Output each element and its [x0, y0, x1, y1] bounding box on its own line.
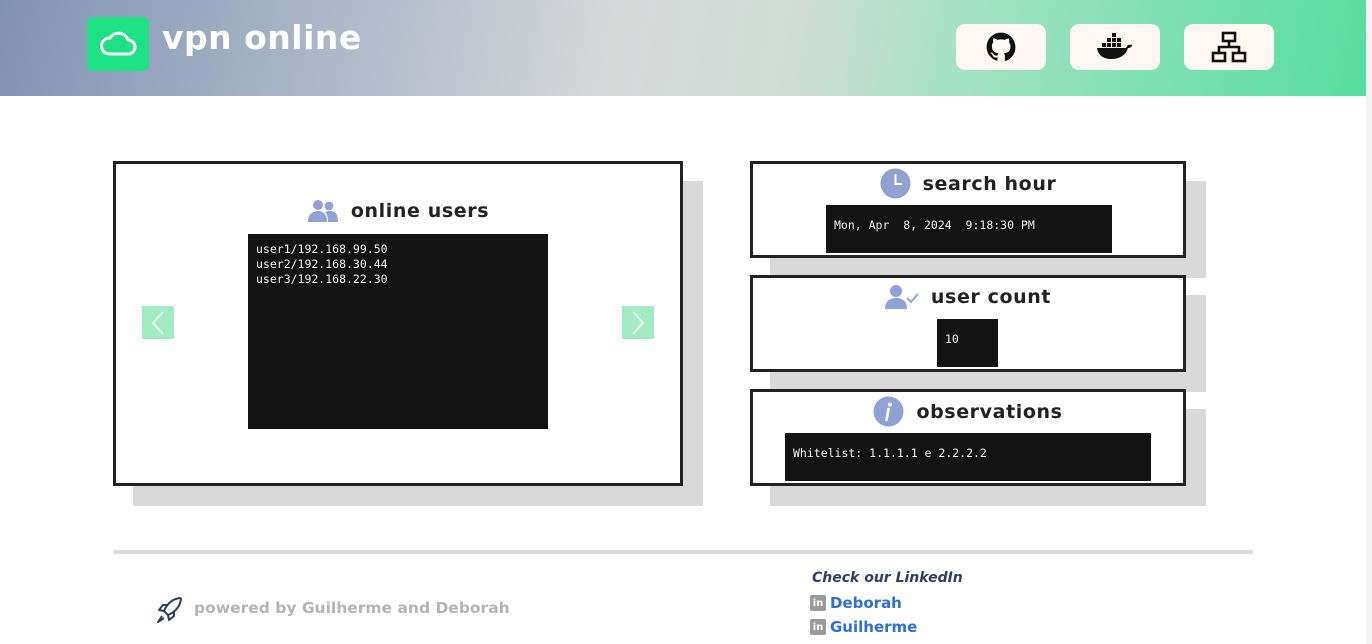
user-count-card: user count 10	[750, 275, 1186, 372]
user-count-value: 10	[937, 319, 998, 367]
observations-header: observations	[753, 396, 1183, 427]
observations-card: observations Whitelist: 1.1.1.1 e 2.2.2.…	[750, 389, 1186, 486]
info-icon	[873, 396, 904, 427]
linkedin-icon: in	[810, 619, 826, 635]
search-hour-header: search hour	[753, 168, 1183, 199]
linkedin-link-deborah[interactable]: in Deborah	[810, 594, 902, 612]
powered-by-text: powered by Guilherme and Deborah	[194, 599, 510, 617]
linkedin-link-guilherme[interactable]: in Guilherme	[810, 618, 917, 636]
network-icon	[1211, 31, 1247, 63]
linkedin-icon: in	[810, 595, 826, 611]
user-check-icon	[884, 285, 919, 309]
page-scrollbar[interactable]	[1366, 0, 1372, 644]
online-users-list: user1/192.168.99.50 user2/192.168.30.44 …	[248, 234, 548, 429]
online-users-header: online users	[116, 198, 680, 224]
top-header: vpn online	[0, 0, 1366, 96]
observations-title: observations	[916, 400, 1063, 423]
linkedin-link-label[interactable]: Deborah	[830, 594, 902, 612]
check-linkedin-heading: Check our LinkedIn	[812, 570, 963, 586]
cloud-logo-icon	[87, 17, 149, 71]
linkedin-link-label[interactable]: Guilherme	[830, 618, 917, 636]
footer-divider	[113, 550, 1253, 554]
users-icon	[307, 200, 338, 222]
online-users-card: online users user1/192.168.99.50 user2/1…	[113, 161, 683, 486]
online-users-title: online users	[350, 200, 490, 222]
search-hour-value: Mon, Apr 8, 2024 9:18:30 PM	[826, 205, 1112, 253]
previous-button[interactable]	[142, 306, 174, 339]
app-title: vpn online	[162, 18, 362, 57]
search-hour-card: search hour Mon, Apr 8, 2024 9:18:30 PM	[750, 161, 1186, 258]
rocket-icon	[157, 597, 182, 623]
chevron-right-icon	[632, 310, 645, 335]
docker-icon	[1097, 33, 1132, 59]
network-button[interactable]	[1184, 24, 1274, 70]
search-hour-title: search hour	[922, 172, 1057, 195]
docker-button[interactable]	[1070, 24, 1160, 70]
clock-icon	[880, 168, 911, 199]
observations-value: Whitelist: 1.1.1.1 e 2.2.2.2	[785, 433, 1151, 481]
chevron-left-icon	[151, 310, 164, 335]
user-count-title: user count	[930, 286, 1052, 308]
github-button[interactable]	[956, 24, 1046, 70]
user-count-header: user count	[753, 284, 1183, 310]
github-icon	[986, 32, 1016, 61]
next-button[interactable]	[622, 306, 654, 339]
